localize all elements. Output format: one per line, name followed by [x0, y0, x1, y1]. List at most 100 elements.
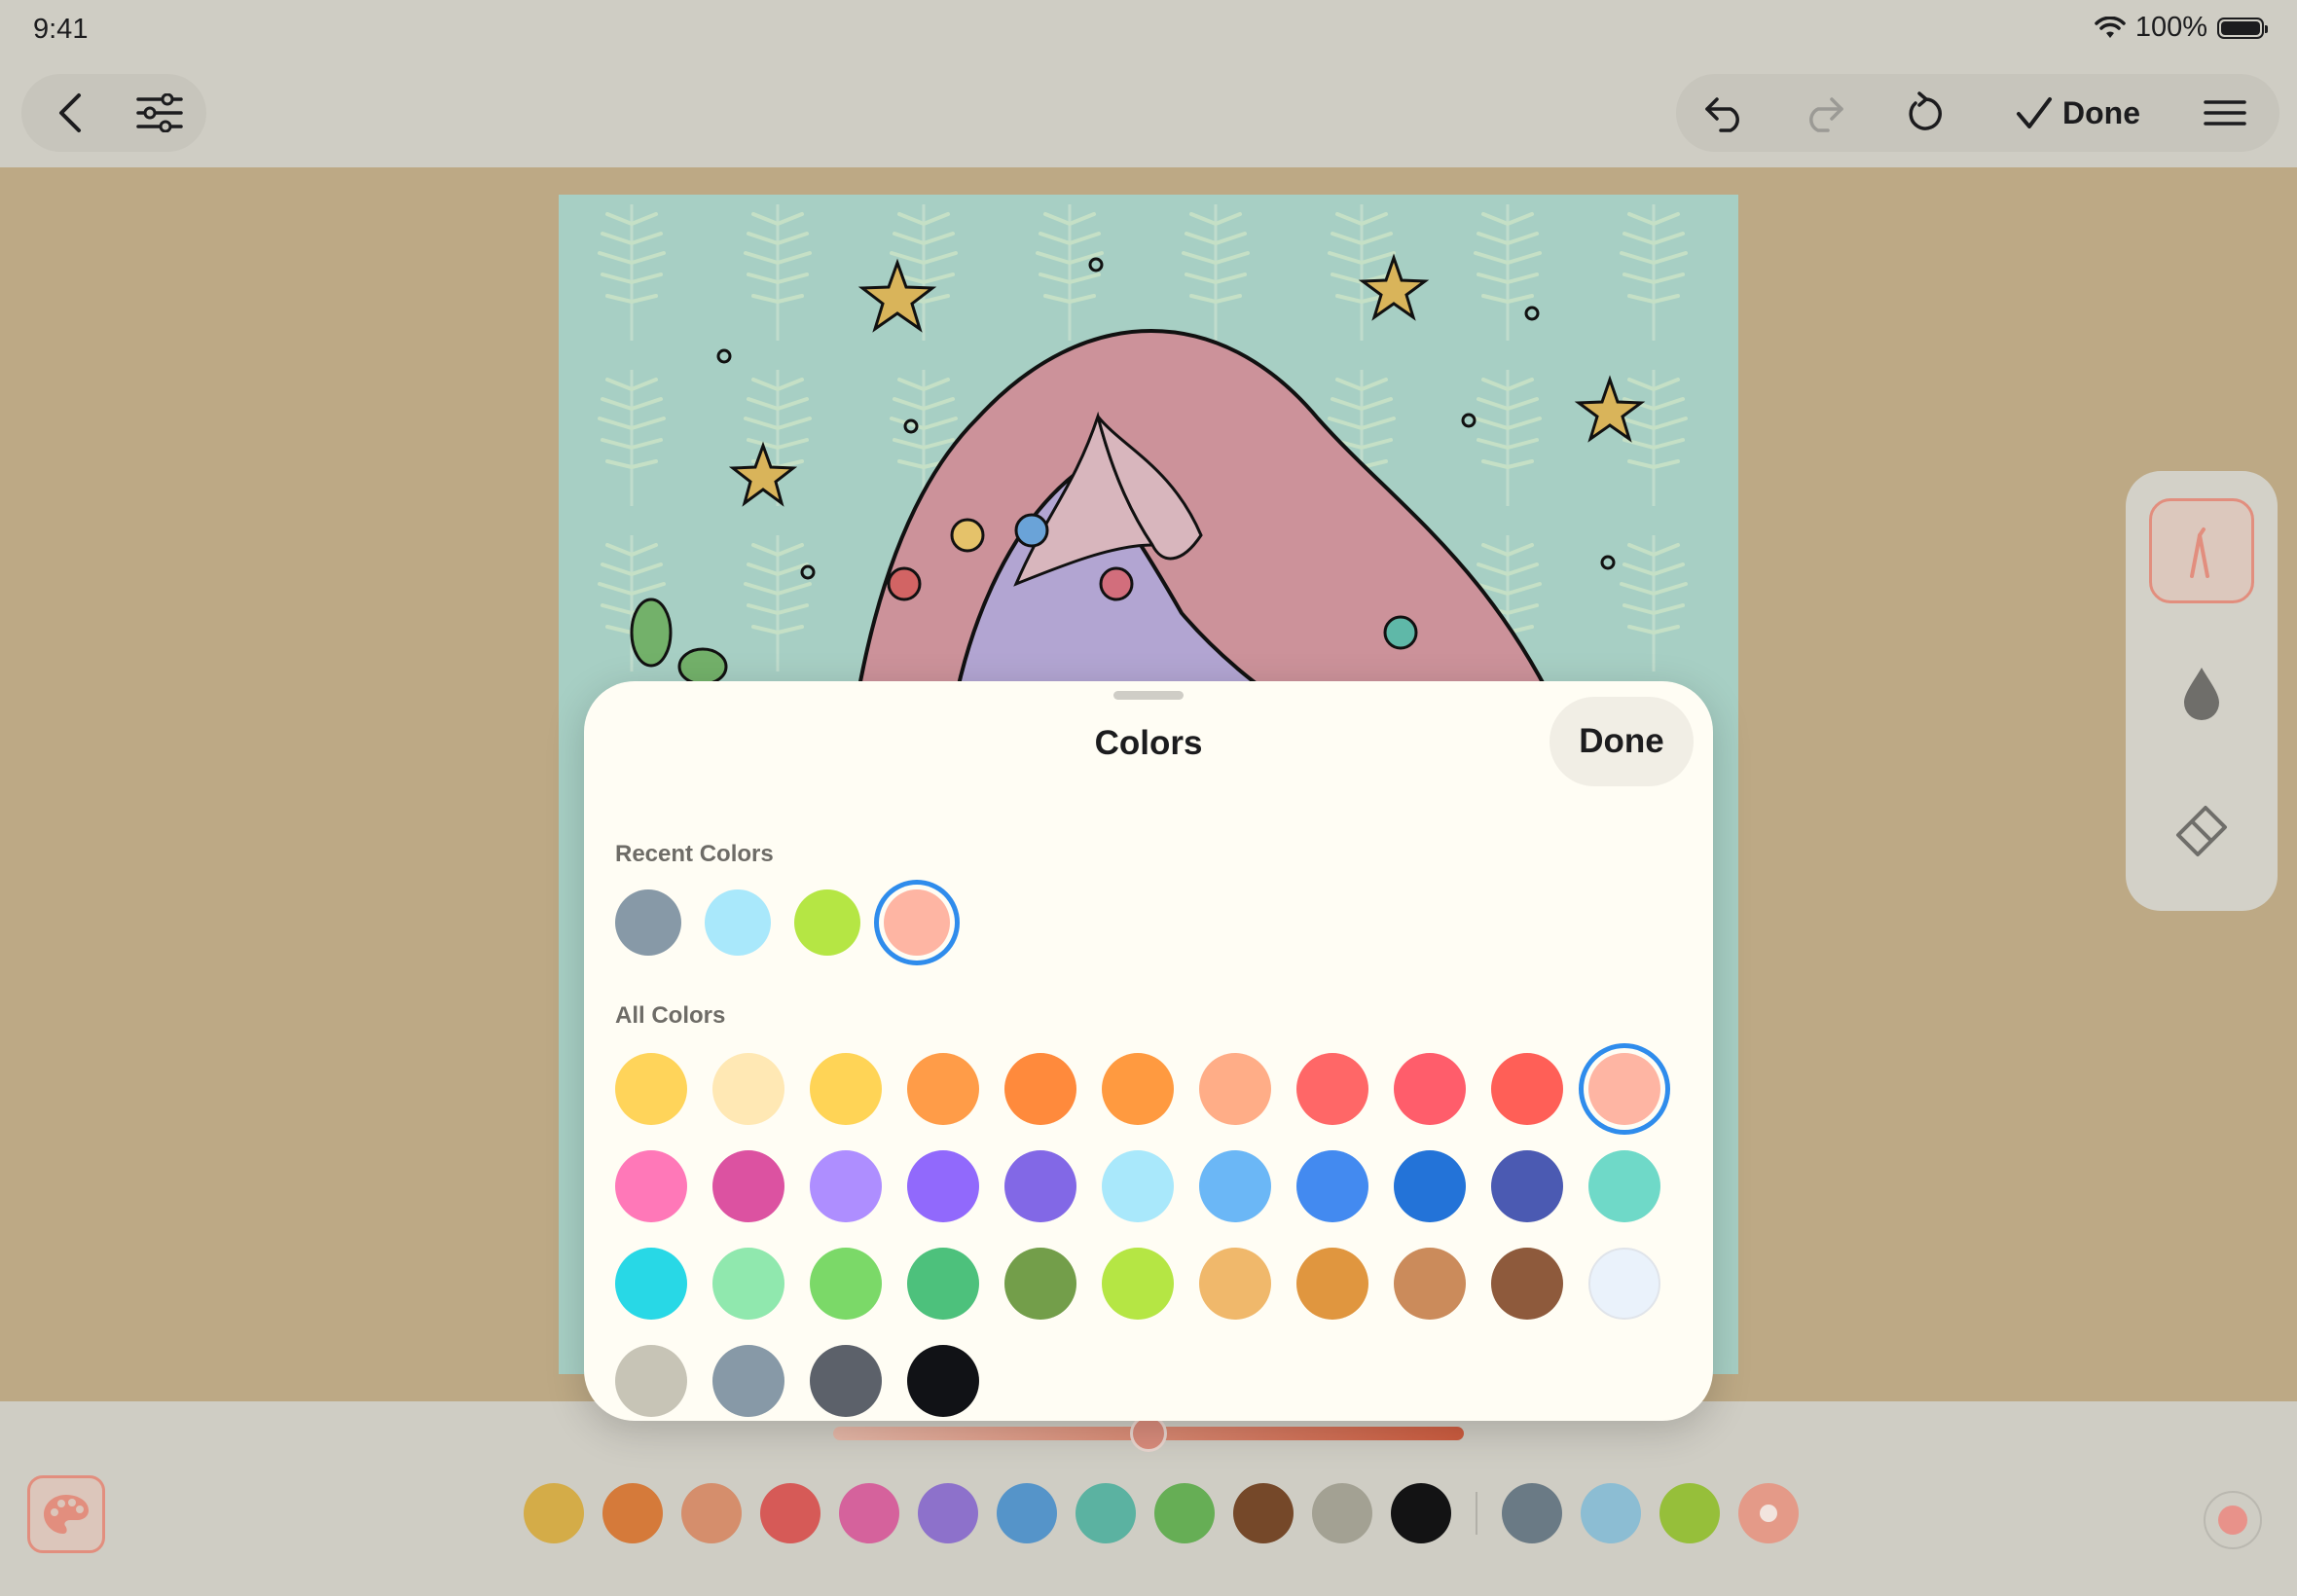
palette-color-swatch[interactable]: [524, 1483, 584, 1543]
back-button[interactable]: [39, 82, 101, 144]
palette-color-swatch[interactable]: [1233, 1483, 1294, 1543]
color-swatch[interactable]: [1004, 1150, 1076, 1222]
color-swatch[interactable]: [1102, 1053, 1174, 1125]
color-swatch[interactable]: [712, 1150, 784, 1222]
sheet-title: Colors: [1094, 724, 1203, 762]
palette-color-swatch[interactable]: [1154, 1483, 1215, 1543]
brush-icon: [2190, 527, 2209, 578]
color-swatch[interactable]: [615, 1053, 687, 1125]
color-swatch[interactable]: [1588, 1150, 1660, 1222]
color-swatch[interactable]: [1102, 1248, 1174, 1320]
battery-percent: 100%: [2134, 12, 2207, 43]
recent-color-swatch[interactable]: [705, 889, 771, 956]
selected-indicator: [1760, 1505, 1777, 1522]
color-swatch[interactable]: [1296, 1150, 1368, 1222]
color-swatch[interactable]: [1588, 1053, 1660, 1125]
color-swatch[interactable]: [1296, 1053, 1368, 1125]
checkmark-icon: [2017, 97, 2052, 128]
status-bar: 9:41 100%: [0, 0, 2297, 60]
color-swatch[interactable]: [907, 1150, 979, 1222]
color-swatch[interactable]: [1588, 1248, 1660, 1320]
color-swatch[interactable]: [1491, 1053, 1563, 1125]
color-swatch[interactable]: [615, 1248, 687, 1320]
palette-recent-swatch[interactable]: [1502, 1483, 1562, 1543]
palette-color-swatch[interactable]: [1076, 1483, 1136, 1543]
color-swatch[interactable]: [1199, 1150, 1271, 1222]
battery-icon: [2217, 17, 2268, 39]
color-swatch[interactable]: [615, 1345, 687, 1417]
palette-color-swatch[interactable]: [997, 1483, 1057, 1543]
brush-tool-button[interactable]: [2149, 498, 2254, 603]
sheet-done-button[interactable]: Done: [1550, 697, 1694, 786]
redo-button[interactable]: [1793, 82, 1855, 144]
color-swatch[interactable]: [810, 1248, 882, 1320]
color-swatch[interactable]: [1394, 1248, 1466, 1320]
palette-color-swatch[interactable]: [1312, 1483, 1372, 1543]
color-swatch[interactable]: [810, 1053, 882, 1125]
palette-separator: [1476, 1492, 1477, 1535]
recent-color-swatch[interactable]: [884, 889, 950, 956]
color-swatch[interactable]: [907, 1248, 979, 1320]
palette-color-swatch[interactable]: [839, 1483, 899, 1543]
done-button[interactable]: Done: [2005, 82, 2151, 144]
colors-sheet: Colors Done Recent Colors All Colors: [584, 681, 1713, 1421]
brush-size-dot: [2218, 1505, 2247, 1535]
recent-colors-label: Recent Colors: [615, 841, 774, 867]
color-swatch[interactable]: [712, 1053, 784, 1125]
palette-recent-swatch[interactable]: [1581, 1483, 1641, 1543]
palette-color-swatch[interactable]: [1391, 1483, 1451, 1543]
color-swatch[interactable]: [1296, 1248, 1368, 1320]
palette-button[interactable]: [27, 1475, 105, 1553]
color-swatch[interactable]: [1004, 1053, 1076, 1125]
color-swatch[interactable]: [712, 1345, 784, 1417]
bottom-swatch-bar: [524, 1483, 1799, 1543]
palette-color-swatch[interactable]: [918, 1483, 978, 1543]
color-swatch[interactable]: [907, 1053, 979, 1125]
adjustments-button[interactable]: [127, 82, 193, 144]
color-swatch[interactable]: [1004, 1248, 1076, 1320]
tool-rail: [2126, 471, 2278, 911]
brush-size-indicator[interactable]: [2204, 1491, 2262, 1549]
sheet-grabber[interactable]: [1113, 691, 1184, 700]
reset-button[interactable]: [1894, 82, 1956, 144]
undo-button[interactable]: [1694, 82, 1756, 144]
top-toolbar: Done: [0, 60, 2297, 167]
status-time: 9:41: [33, 14, 89, 45]
drop-icon: [2184, 668, 2219, 720]
rotate-icon: [1909, 91, 1942, 130]
hamburger-icon: [2204, 100, 2246, 126]
palette-icon: [44, 1495, 89, 1534]
status-right: 100%: [2095, 12, 2268, 44]
done-label: Done: [2062, 94, 2140, 130]
fill-tool-button[interactable]: [2149, 640, 2254, 745]
recent-color-swatch[interactable]: [615, 889, 681, 956]
undo-icon: [1705, 97, 1739, 132]
color-swatch[interactable]: [1394, 1150, 1466, 1222]
color-swatch[interactable]: [1491, 1248, 1563, 1320]
color-swatch[interactable]: [810, 1345, 882, 1417]
eraser-icon: [2176, 806, 2227, 856]
color-swatch[interactable]: [712, 1248, 784, 1320]
right-toolbar-group: [1676, 74, 2279, 152]
all-colors-label: All Colors: [615, 1002, 726, 1029]
color-swatch[interactable]: [1199, 1053, 1271, 1125]
palette-color-swatch[interactable]: [602, 1483, 663, 1543]
color-swatch[interactable]: [1394, 1053, 1466, 1125]
eraser-tool-button[interactable]: [2149, 779, 2254, 884]
palette-color-swatch[interactable]: [681, 1483, 742, 1543]
palette-recent-swatch[interactable]: [1659, 1483, 1720, 1543]
recent-color-swatch[interactable]: [794, 889, 860, 956]
color-swatch[interactable]: [907, 1345, 979, 1417]
menu-button[interactable]: [2194, 82, 2256, 144]
sliders-icon: [136, 93, 183, 132]
color-swatch[interactable]: [810, 1150, 882, 1222]
chevron-left-icon: [59, 93, 81, 132]
wifi-icon: [2095, 16, 2126, 38]
color-swatch[interactable]: [1102, 1150, 1174, 1222]
color-swatch[interactable]: [1491, 1150, 1563, 1222]
color-swatch[interactable]: [1199, 1248, 1271, 1320]
palette-recent-swatch[interactable]: [1738, 1483, 1799, 1543]
palette-color-swatch[interactable]: [760, 1483, 820, 1543]
color-swatch[interactable]: [615, 1150, 687, 1222]
redo-icon: [1809, 97, 1843, 132]
